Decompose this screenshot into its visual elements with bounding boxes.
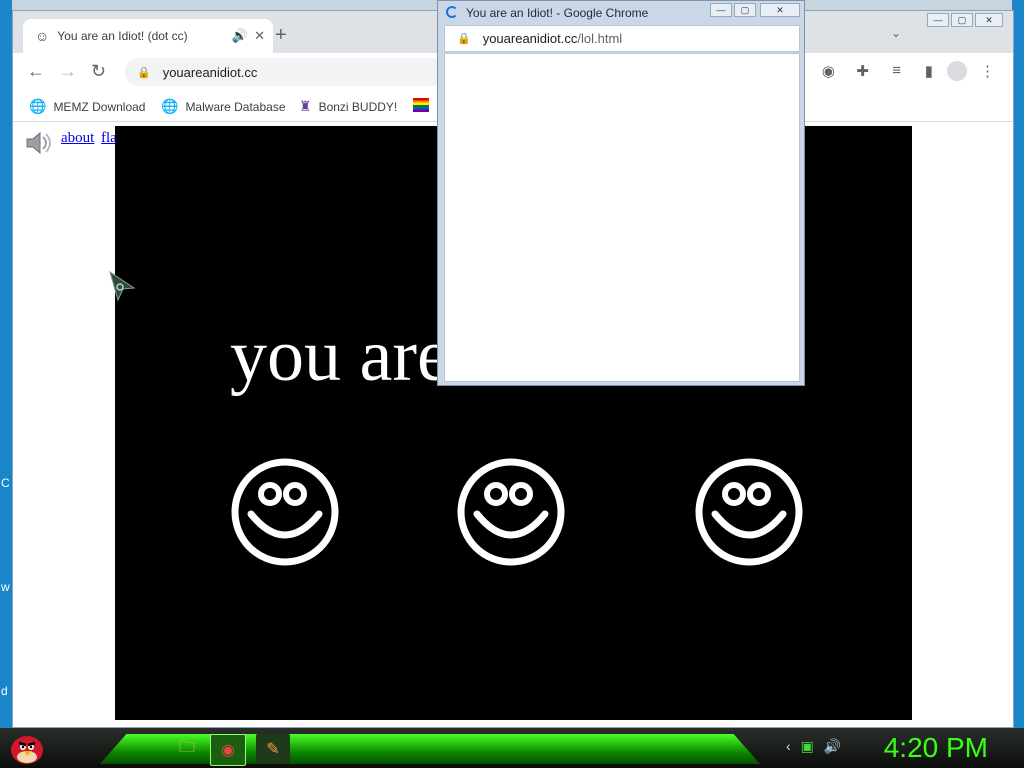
- speaker-icon[interactable]: [23, 128, 53, 158]
- popup-page-body: [444, 53, 800, 382]
- smiley-face-icon: [231, 458, 339, 566]
- bookmark-label: Bonzi BUDDY!: [318, 99, 398, 114]
- globe-icon: 🌐: [161, 98, 179, 114]
- maximize-button[interactable]: ▢: [951, 13, 973, 27]
- bookmark-memz-download[interactable]: 🌐 MEMZ Download: [29, 98, 145, 115]
- smiley-face-icon: [695, 458, 803, 566]
- media-control-icon[interactable]: ≡: [892, 62, 901, 79]
- volume-icon[interactable]: 🔊: [824, 738, 841, 755]
- start-button-angry-bird-icon[interactable]: [6, 730, 48, 766]
- tray-chevron-icon[interactable]: ‹: [786, 738, 791, 755]
- popup-maximize-button[interactable]: ▢: [734, 3, 756, 17]
- lock-icon: 🔒: [457, 33, 471, 45]
- tab-close-icon[interactable]: ✕: [254, 28, 265, 44]
- chrome-icon: ◉: [221, 742, 235, 759]
- folder-icon: 🗀: [178, 738, 195, 756]
- minimize-button[interactable]: —: [927, 13, 949, 27]
- profile-avatar-icon[interactable]: [947, 61, 967, 81]
- bookmark-pride-flag[interactable]: [413, 98, 429, 112]
- taskbar-explorer-button[interactable]: 🗀: [170, 734, 204, 764]
- popup-title-bar[interactable]: You are an Idiot! - Google Chrome — ▢ ✕: [438, 1, 804, 25]
- lock-icon: 🔒: [137, 66, 151, 79]
- tab-audio-icon[interactable]: 🔊: [232, 28, 248, 44]
- bookmark-malware-database[interactable]: 🌐 Malware Database: [161, 98, 286, 115]
- pride-extension-icon[interactable]: ◉: [822, 62, 835, 80]
- popup-url-path: /lol.html: [577, 31, 623, 46]
- brush-icon: ✎: [266, 741, 280, 758]
- taskbar-app-button[interactable]: ✎: [256, 734, 290, 764]
- taskbar-clock[interactable]: 4:20 PM: [884, 732, 988, 764]
- loading-spinner-icon: [446, 6, 458, 18]
- popup-address-bar[interactable]: 🔒 youareanidiot.cc/lol.html: [444, 25, 800, 52]
- forward-arrow-icon[interactable]: →: [59, 61, 77, 81]
- tab-search-chevron-icon[interactable]: ⌄: [891, 26, 901, 40]
- about-link[interactable]: about: [61, 130, 94, 147]
- popup-title: You are an Idiot! - Google Chrome: [466, 6, 649, 20]
- globe-icon: 🌐: [29, 98, 47, 114]
- popup-url-host: youareanidiot.cc: [482, 31, 578, 46]
- address-url: youareanidiot.cc: [162, 64, 258, 80]
- bookmark-label: Malware Database: [185, 99, 286, 114]
- desktop-left-edge: C w d: [0, 0, 12, 728]
- new-tab-button[interactable]: +: [275, 25, 287, 45]
- address-bar[interactable]: 🔒 youareanidiot.cc: [125, 58, 445, 86]
- side-panel-icon[interactable]: ▮: [925, 62, 933, 80]
- tab-you-are-an-idiot[interactable]: ☺ You are an Idiot! (dot cc) 🔊 ✕: [23, 19, 273, 53]
- popup-minimize-button[interactable]: —: [710, 3, 732, 17]
- smiley-icon: ☺: [35, 28, 50, 44]
- reload-icon[interactable]: ↻: [91, 61, 106, 81]
- mouse-cursor-icon: [109, 270, 136, 302]
- popup-browser-window[interactable]: You are an Idiot! - Google Chrome — ▢ ✕ …: [437, 0, 805, 386]
- system-tray: ‹ ▣ 🔊: [786, 738, 841, 755]
- network-icon[interactable]: ▣: [801, 738, 814, 755]
- bonzi-icon: ♜: [299, 98, 312, 114]
- tab-title: You are an Idiot! (dot cc): [57, 29, 188, 43]
- taskbar-chrome-button[interactable]: ◉: [210, 734, 246, 766]
- taskbar: 🗀 ◉ ✎ ‹ ▣ 🔊 4:20 PM: [0, 728, 1024, 768]
- more-menu-icon[interactable]: ⋮: [980, 62, 995, 80]
- smiley-face-icon: [457, 458, 565, 566]
- bookmark-bonzi-buddy[interactable]: ♜ Bonzi BUDDY!: [299, 98, 397, 115]
- close-button[interactable]: ✕: [975, 13, 1003, 27]
- desktop-icon-label: d: [1, 684, 8, 698]
- bookmark-label: MEMZ Download: [53, 99, 146, 114]
- popup-close-button[interactable]: ✕: [760, 3, 800, 17]
- desktop-icon-label: C: [1, 476, 10, 490]
- desktop-icon-label: w: [1, 580, 10, 594]
- extensions-puzzle-icon[interactable]: ✚: [856, 62, 869, 80]
- back-arrow-icon[interactable]: ←: [27, 61, 45, 81]
- rainbow-flag-icon: [413, 98, 429, 112]
